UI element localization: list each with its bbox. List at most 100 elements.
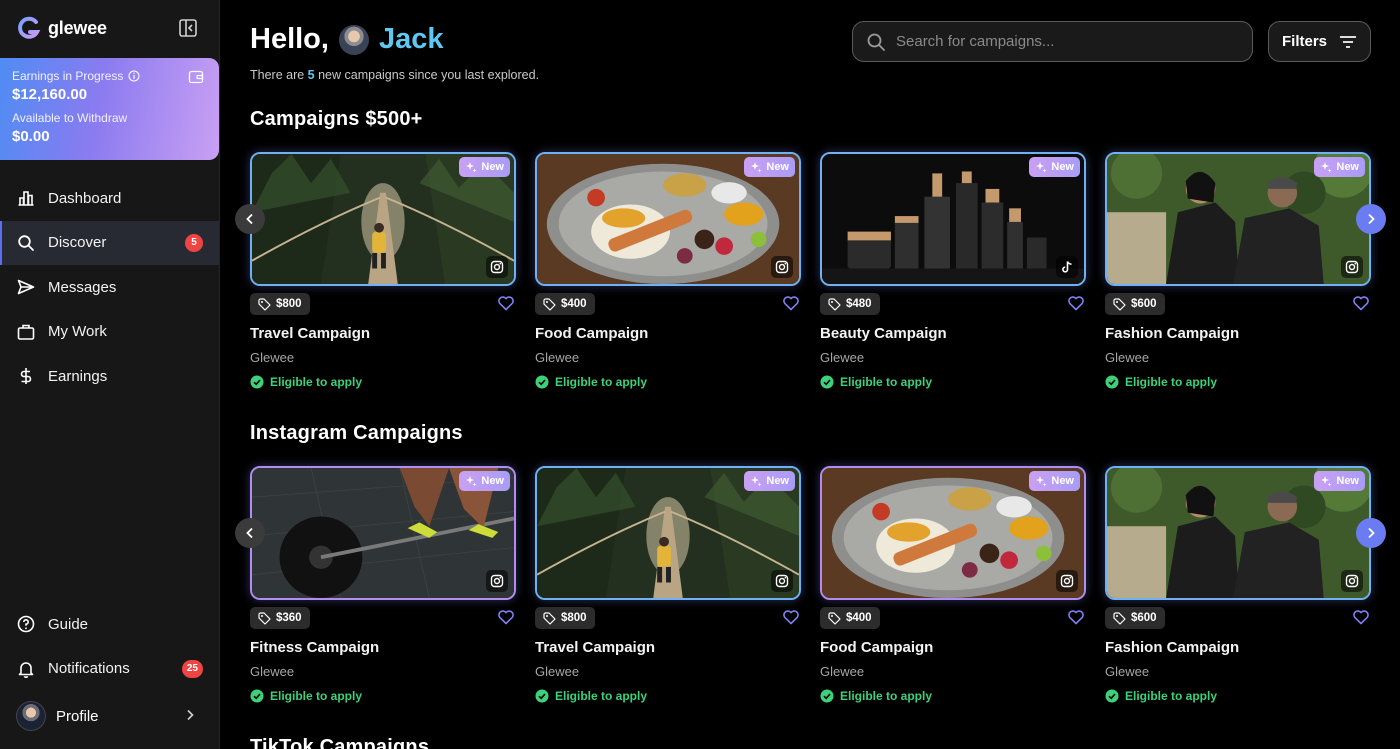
wallet-icon[interactable] xyxy=(188,69,204,85)
favorite-heart-icon[interactable] xyxy=(1067,608,1085,626)
chevron-left-icon xyxy=(246,527,253,539)
app-root: glewee Earnings in Progress $12,160.00 A… xyxy=(0,0,1400,749)
campaign-card[interactable]: New $600 Fashion Campaign Glewee Eligibl… xyxy=(1105,152,1371,402)
sidebar-item-discover[interactable]: Discover 5 xyxy=(0,220,219,265)
instagram-icon xyxy=(1345,260,1359,274)
favorite-heart-icon[interactable] xyxy=(1352,608,1370,626)
campaign-card[interactable]: New $800 Travel Campaign Glewee Eligible… xyxy=(250,152,516,402)
profile-label: Profile xyxy=(56,707,99,725)
check-circle-icon xyxy=(820,375,834,389)
campaign-title[interactable]: Fashion Campaign xyxy=(1105,639,1239,656)
sidebar-item-messages[interactable]: Messages xyxy=(0,265,219,310)
eligibility-status: Eligible to apply xyxy=(820,689,932,703)
campaign-title[interactable]: Food Campaign xyxy=(535,325,648,342)
earnings-card[interactable]: Earnings in Progress $12,160.00 Availabl… xyxy=(0,58,219,160)
notifications-count-badge: 25 xyxy=(181,659,203,678)
campaign-thumbnail[interactable]: New xyxy=(1105,152,1371,286)
carousel-next-button[interactable] xyxy=(1356,204,1386,234)
price-tag: $800 xyxy=(535,607,595,629)
eligibility-status: Eligible to apply xyxy=(820,375,932,389)
favorite-heart-icon[interactable] xyxy=(782,294,800,312)
eligibility-status: Eligible to apply xyxy=(250,689,362,703)
favorite-heart-icon[interactable] xyxy=(782,608,800,626)
earnings-in-progress-label: Earnings in Progress xyxy=(12,69,207,83)
chevron-left-icon xyxy=(246,213,253,225)
price-tag-icon xyxy=(258,297,271,311)
campaign-title[interactable]: Travel Campaign xyxy=(535,639,655,656)
campaign-thumbnail[interactable]: New xyxy=(535,466,801,600)
sidebar-item-label: Guide xyxy=(48,615,89,633)
campaign-title[interactable]: Food Campaign xyxy=(820,639,933,656)
earnings-in-progress-text: Earnings in Progress xyxy=(12,69,124,83)
sidebar-item-notifications[interactable]: Notifications 25 xyxy=(0,647,219,692)
campaign-thumbnail[interactable]: New xyxy=(820,466,1086,600)
new-badge: New xyxy=(1029,471,1080,491)
send-icon xyxy=(17,279,35,295)
eligibility-status: Eligible to apply xyxy=(535,689,647,703)
earnings-in-progress-value: $12,160.00 xyxy=(12,86,88,103)
new-badge-label: New xyxy=(1336,475,1359,487)
search-bar[interactable] xyxy=(852,21,1253,62)
campaign-brand: Glewee xyxy=(535,664,580,679)
new-badge: New xyxy=(1029,157,1080,177)
sidebar-item-dashboard[interactable]: Dashboard xyxy=(0,176,219,221)
check-circle-icon xyxy=(820,689,834,703)
filters-button[interactable]: Filters xyxy=(1268,21,1371,62)
campaign-title[interactable]: Travel Campaign xyxy=(250,325,370,342)
glewee-logo-icon xyxy=(18,16,41,39)
campaign-title[interactable]: Beauty Campaign xyxy=(820,325,947,342)
campaign-card[interactable]: New $400 Food Campaign Glewee Eligible t… xyxy=(820,466,1086,716)
eligibility-label: Eligible to apply xyxy=(555,375,648,389)
campaign-thumbnail[interactable]: New xyxy=(820,152,1086,286)
sidebar-item-earnings[interactable]: Earnings xyxy=(0,354,219,399)
subtitle-pre: There are xyxy=(250,68,308,82)
campaign-thumbnail[interactable]: New xyxy=(250,466,516,600)
price-tag-icon xyxy=(1113,611,1126,625)
carousel-prev-button[interactable] xyxy=(235,204,265,234)
check-circle-icon xyxy=(250,375,264,389)
info-icon[interactable] xyxy=(128,70,140,82)
favorite-heart-icon[interactable] xyxy=(497,294,515,312)
campaign-card[interactable]: New $800 Travel Campaign Glewee Eligible… xyxy=(535,466,801,716)
campaign-card[interactable]: New $360 Fitness Campaign Glewee Eligibl… xyxy=(250,466,516,716)
campaign-brand: Glewee xyxy=(250,350,295,365)
instagram-icon xyxy=(775,574,789,588)
new-badge-label: New xyxy=(481,475,504,487)
filters-label: Filters xyxy=(1281,33,1327,50)
campaign-card[interactable]: New $600 Fashion Campaign Glewee Eligibl… xyxy=(1105,466,1371,716)
price-value: $600 xyxy=(1131,298,1157,310)
price-value: $800 xyxy=(561,612,587,624)
instagram-icon xyxy=(490,574,504,588)
favorite-heart-icon[interactable] xyxy=(1067,294,1085,312)
search-input[interactable] xyxy=(896,33,1226,50)
campaign-title[interactable]: Fitness Campaign xyxy=(250,639,379,656)
campaign-thumbnail[interactable]: New xyxy=(1105,466,1371,600)
sidebar-item-my-work[interactable]: My Work xyxy=(0,310,219,355)
eligibility-label: Eligible to apply xyxy=(555,689,648,703)
campaign-thumbnail[interactable]: New xyxy=(535,152,801,286)
favorite-heart-icon[interactable] xyxy=(1352,294,1370,312)
campaign-title[interactable]: Fashion Campaign xyxy=(1105,325,1239,342)
sparkle-icon xyxy=(1036,162,1047,173)
sidebar-item-profile[interactable]: Profile xyxy=(0,696,219,736)
new-badge: New xyxy=(744,471,795,491)
sparkle-icon xyxy=(466,162,477,173)
carousel-prev-button[interactable] xyxy=(235,518,265,548)
carousel-next-button[interactable] xyxy=(1356,518,1386,548)
campaign-card[interactable]: New $400 Food Campaign Glewee Eligible t… xyxy=(535,152,801,402)
help-circle-icon xyxy=(17,615,35,633)
new-campaign-count: 5 xyxy=(307,68,315,82)
available-to-withdraw-label: Available to Withdraw xyxy=(12,111,128,125)
campaign-thumbnail[interactable]: New xyxy=(250,152,516,286)
sidebar-collapse-icon[interactable] xyxy=(178,18,198,38)
favorite-heart-icon[interactable] xyxy=(497,608,515,626)
eligibility-status: Eligible to apply xyxy=(535,375,647,389)
brand[interactable]: glewee xyxy=(16,14,107,42)
sidebar-item-guide[interactable]: Guide xyxy=(0,602,219,647)
sparkle-icon xyxy=(1321,476,1332,487)
check-circle-icon xyxy=(535,689,549,703)
price-tag: $600 xyxy=(1105,607,1165,629)
campaign-card[interactable]: New $480 Beauty Campaign Glewee Eligible… xyxy=(820,152,1086,402)
platform-badge xyxy=(1056,256,1078,278)
campaign-brand: Glewee xyxy=(250,664,295,679)
